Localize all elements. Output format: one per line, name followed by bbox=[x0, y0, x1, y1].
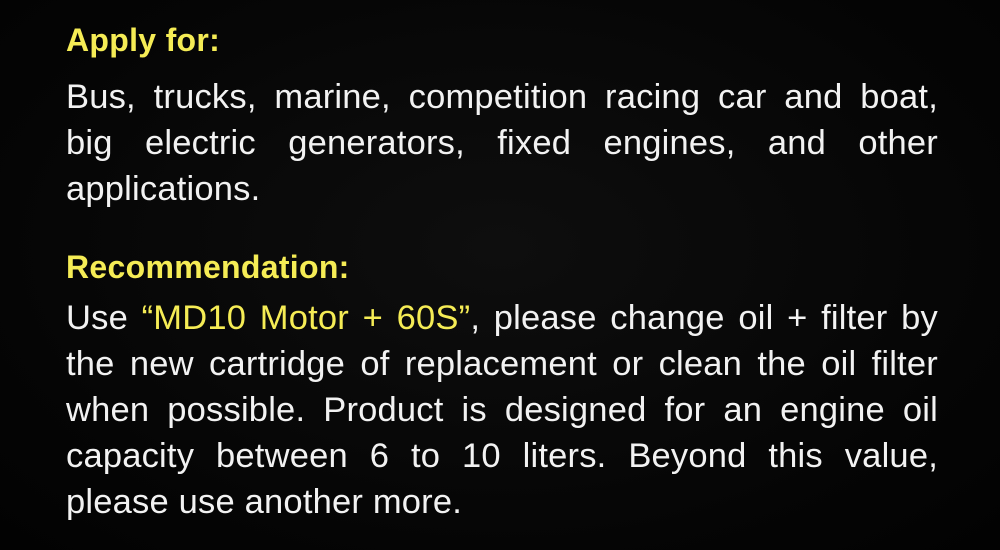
recommendation-text: Use “MD10 Motor + 60S”, please change oi… bbox=[66, 295, 938, 525]
apply-for-text: Bus, trucks, marine, competition racing … bbox=[66, 78, 938, 208]
instruction-panel: Apply for: Bus, trucks, marine, competit… bbox=[66, 18, 938, 525]
recommendation-lead: Use bbox=[66, 299, 142, 337]
recommendation-heading: Recommendation: bbox=[66, 249, 350, 285]
apply-for-heading: Apply for: bbox=[66, 22, 221, 58]
product-name: “MD10 Motor + 60S” bbox=[141, 299, 471, 337]
